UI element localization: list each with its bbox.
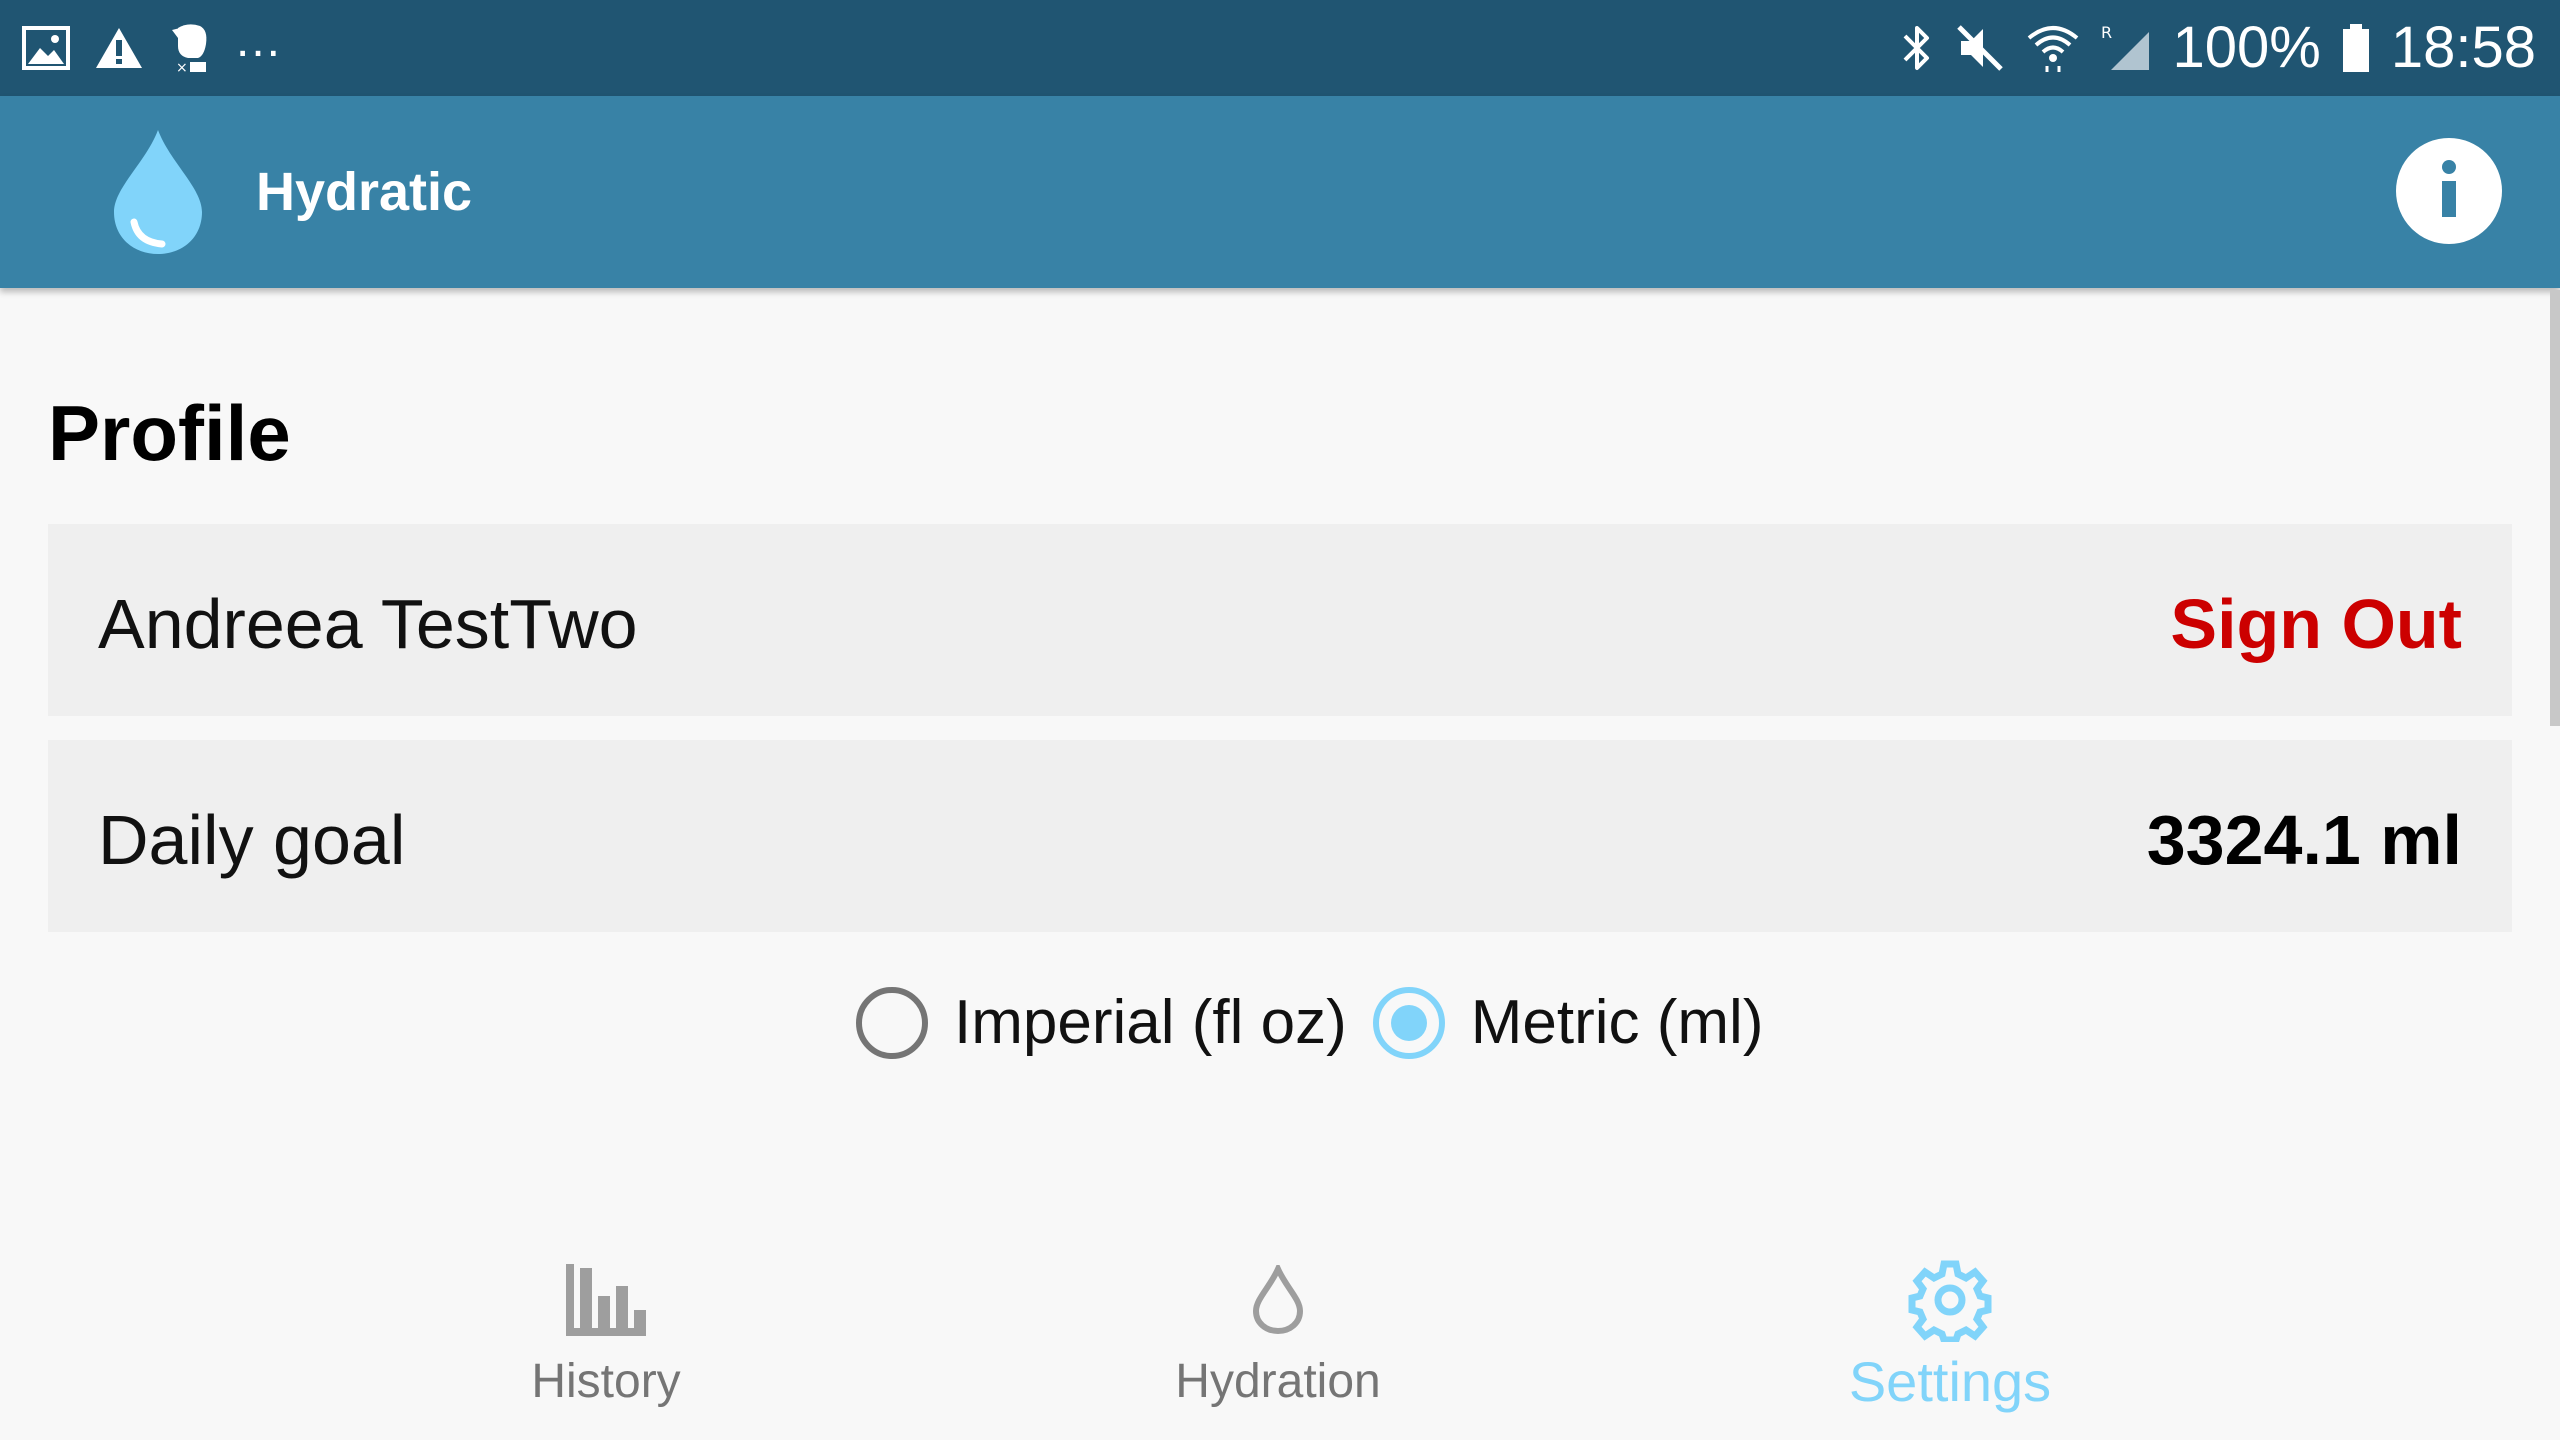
status-bar-notifications: × ... xyxy=(22,17,282,74)
svg-text:×: × xyxy=(176,60,188,74)
evernote-icon: × xyxy=(168,22,212,74)
radio-metric-label: Metric (ml) xyxy=(1470,988,1764,1057)
daily-goal-value: 3324.1 ml xyxy=(2146,801,2462,879)
app-root: × ... R 100% 18:58 Hydratic Profile Andr… xyxy=(0,0,2560,1440)
warning-icon xyxy=(94,26,144,70)
nav-label-hydration: Hydration xyxy=(1175,1355,1381,1408)
more-notifications-indicator: ... xyxy=(236,14,283,67)
bar-chart-icon xyxy=(564,1256,648,1344)
wifi-icon xyxy=(2025,22,2081,74)
daily-goal-label: Daily goal xyxy=(98,801,406,879)
unit-selector: Imperial (fl oz) Metric (ml) xyxy=(856,978,1789,1068)
nav-label-history: History xyxy=(531,1355,681,1408)
radio-imperial-circle[interactable] xyxy=(856,987,928,1059)
nav-label-settings: Settings xyxy=(1848,1350,2052,1413)
settings-content: Profile Andreea TestTwo Sign Out Daily g… xyxy=(0,288,2560,1218)
radio-imperial[interactable]: Imperial (fl oz) xyxy=(856,987,1373,1059)
sign-out-button[interactable]: Sign Out xyxy=(2170,584,2462,664)
status-bar-system: R 100% 18:58 xyxy=(1899,14,2536,82)
clock: 18:58 xyxy=(2390,15,2536,80)
bluetooth-icon xyxy=(1899,22,1935,74)
user-name: Andreea TestTwo xyxy=(98,585,638,663)
info-button[interactable] xyxy=(2396,138,2502,244)
gear-icon xyxy=(1908,1256,1992,1344)
mute-icon xyxy=(1955,23,2005,73)
info-icon xyxy=(2434,159,2464,224)
water-drop-logo-icon xyxy=(110,126,206,258)
status-bar: × ... R 100% 18:58 xyxy=(0,0,2560,96)
daily-goal-row[interactable]: Daily goal 3324.1 ml xyxy=(48,740,2512,932)
svg-text:R: R xyxy=(2101,23,2112,42)
nav-item-history[interactable]: History xyxy=(396,1218,816,1440)
nav-item-hydration[interactable]: Hydration xyxy=(1068,1218,1488,1440)
drop-icon xyxy=(1252,1256,1304,1344)
section-title-profile: Profile xyxy=(48,389,291,477)
radio-metric[interactable]: Metric (ml) xyxy=(1372,987,1790,1059)
gallery-icon xyxy=(22,26,70,70)
signal-icon: R xyxy=(2101,22,2153,74)
app-title: Hydratic xyxy=(256,162,473,222)
radio-imperial-label: Imperial (fl oz) xyxy=(954,988,1347,1057)
radio-metric-circle[interactable] xyxy=(1372,987,1445,1059)
scrollbar[interactable] xyxy=(2550,290,2560,726)
battery-percentage: 100% xyxy=(2172,15,2321,80)
app-bar: Hydratic xyxy=(0,96,2560,288)
bottom-navigation: History Hydration Settings xyxy=(0,1218,2560,1440)
nav-item-settings[interactable]: Settings xyxy=(1740,1218,2160,1440)
profile-name-row: Andreea TestTwo Sign Out xyxy=(48,524,2512,716)
battery-icon xyxy=(2341,22,2371,74)
